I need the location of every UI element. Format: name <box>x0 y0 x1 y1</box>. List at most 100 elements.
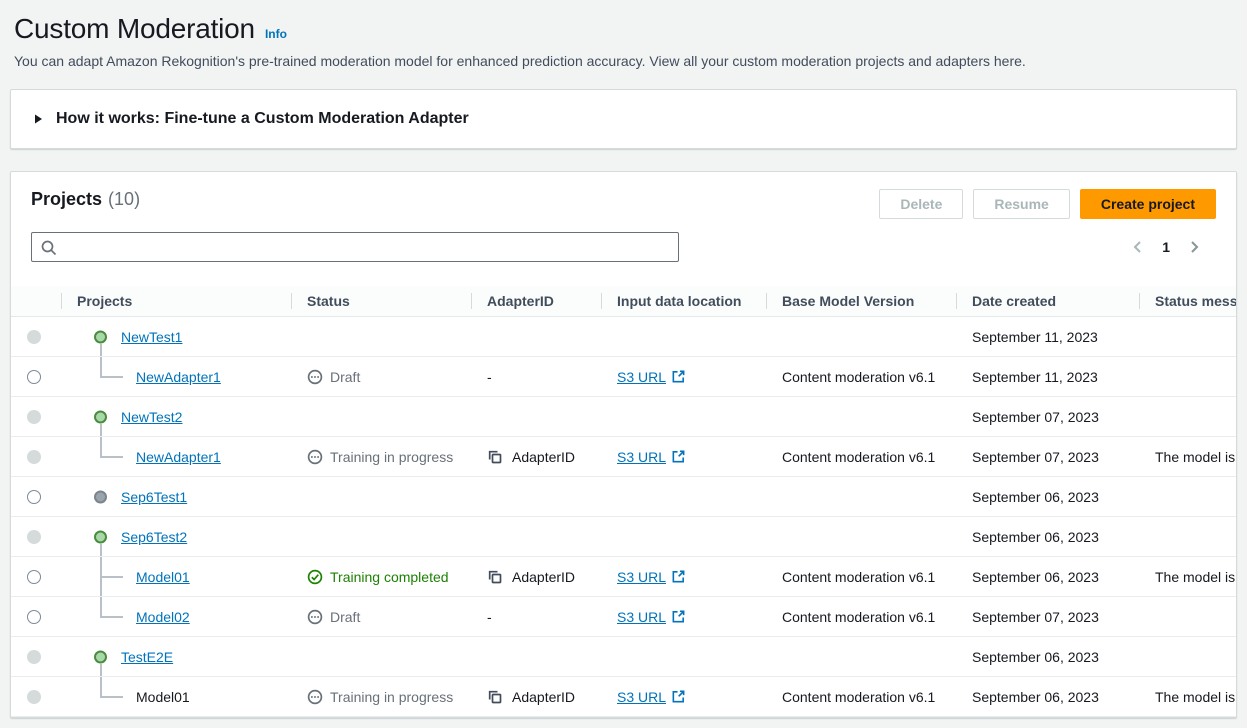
copy-adapter-id-button[interactable] <box>487 569 503 585</box>
row-radio <box>27 450 41 464</box>
success-status-icon <box>307 569 323 585</box>
adapter-link[interactable]: NewAdapter1 <box>136 449 221 465</box>
table-row: NewAdapter1 Draft - S3 URL Content moder… <box>11 357 1236 397</box>
delete-button[interactable]: Delete <box>879 189 963 219</box>
table-row: Sep6Test1 September 06, 2023 <box>11 477 1236 517</box>
tree-line <box>100 456 123 458</box>
projects-panel: Projects(10) Delete Resume Create projec… <box>10 171 1237 718</box>
base-model-cell: Content moderation v6.1 <box>766 597 956 636</box>
column-header-adapter-id: AdapterID <box>471 293 601 309</box>
adapter-link[interactable]: NewAdapter1 <box>136 369 221 385</box>
tree-line <box>100 544 102 557</box>
table-row: NewTest1 September 11, 2023 <box>11 317 1236 357</box>
column-header-input-data-location: Input data location <box>601 293 766 309</box>
row-radio <box>27 650 41 664</box>
project-link[interactable]: Sep6Test2 <box>121 529 187 545</box>
search-box <box>31 232 679 262</box>
date-created-cell: September 07, 2023 <box>956 397 1139 436</box>
adapter-id-cell: AdapterID <box>487 569 575 585</box>
tree-line <box>100 357 102 377</box>
adapter-id-cell: AdapterID <box>487 449 575 465</box>
date-created-cell: September 07, 2023 <box>956 437 1139 476</box>
external-link-icon <box>671 449 686 464</box>
base-model-cell: Content moderation v6.1 <box>766 357 956 396</box>
status-message-cell <box>1139 597 1236 636</box>
column-header-status-message: Status message <box>1139 293 1236 309</box>
project-node-icon <box>94 490 107 503</box>
project-node-icon <box>94 530 107 543</box>
row-radio[interactable] <box>27 570 41 584</box>
project-node-icon <box>94 650 107 663</box>
table-row: Model02 Draft - S3 URL Content moderatio… <box>11 597 1236 637</box>
how-it-works-expander[interactable]: How it works: Fine-tune a Custom Moderat… <box>10 89 1237 149</box>
search-input[interactable] <box>32 233 678 261</box>
s3-url-link[interactable]: S3 URL <box>617 369 686 385</box>
panel-actions: Delete Resume Create project <box>879 189 1216 219</box>
chevron-left-icon <box>1130 239 1146 255</box>
base-model-cell: Content moderation v6.1 <box>766 677 956 716</box>
project-link[interactable]: NewTest2 <box>121 409 182 425</box>
date-created-cell: September 06, 2023 <box>956 637 1139 676</box>
page: Custom Moderation Info You can adapt Ama… <box>0 0 1247 718</box>
s3-url-link[interactable]: S3 URL <box>617 689 686 705</box>
s3-url-link[interactable]: S3 URL <box>617 609 686 625</box>
current-page-number[interactable]: 1 <box>1162 239 1170 255</box>
next-page-button[interactable] <box>1184 237 1204 257</box>
pending-status-icon <box>307 369 323 385</box>
copy-icon <box>487 569 503 585</box>
project-node-icon <box>94 410 107 423</box>
adapter-name: Model01 <box>136 689 190 705</box>
table-row: TestE2E September 06, 2023 <box>11 637 1236 677</box>
row-radio[interactable] <box>27 370 41 384</box>
external-link-icon <box>671 569 686 584</box>
projects-table: Projects Status AdapterID Input data loc… <box>11 286 1236 717</box>
table-row: Sep6Test2 September 06, 2023 <box>11 517 1236 557</box>
info-link[interactable]: Info <box>265 27 287 41</box>
pending-status-icon <box>307 449 323 465</box>
row-radio <box>27 690 41 704</box>
status-cell: Training in progress <box>307 689 453 705</box>
copy-icon <box>487 449 503 465</box>
date-created-cell: September 06, 2023 <box>956 677 1139 716</box>
search-icon <box>40 239 58 257</box>
row-radio[interactable] <box>27 610 41 624</box>
page-header: Custom Moderation Info You can adapt Ama… <box>10 13 1237 69</box>
status-message-cell: The model is <box>1139 677 1236 716</box>
row-radio[interactable] <box>27 490 41 504</box>
project-link[interactable]: NewTest1 <box>121 329 182 345</box>
how-it-works-title: How it works: Fine-tune a Custom Moderat… <box>56 110 469 128</box>
row-radio <box>27 530 41 544</box>
create-project-button[interactable]: Create project <box>1080 189 1216 219</box>
s3-url-link[interactable]: S3 URL <box>617 449 686 465</box>
pending-status-icon <box>307 609 323 625</box>
tree-line <box>100 437 102 457</box>
copy-adapter-id-button[interactable] <box>487 449 503 465</box>
date-created-cell: September 11, 2023 <box>956 317 1139 356</box>
tree-line <box>100 597 102 617</box>
table-row: NewAdapter1 Training in progress Adapter… <box>11 437 1236 477</box>
adapter-id-cell: - <box>487 369 492 385</box>
date-created-cell: September 07, 2023 <box>956 597 1139 636</box>
project-node-icon <box>94 330 107 343</box>
copy-icon <box>487 689 503 705</box>
s3-url-link[interactable]: S3 URL <box>617 569 686 585</box>
adapter-link[interactable]: Model01 <box>136 569 190 585</box>
project-link[interactable]: Sep6Test1 <box>121 489 187 505</box>
project-link[interactable]: TestE2E <box>121 649 173 665</box>
tree-line <box>100 576 123 578</box>
tree-line <box>100 677 102 697</box>
tree-line <box>100 616 123 618</box>
column-header-status: Status <box>291 293 471 309</box>
previous-page-button[interactable] <box>1128 237 1148 257</box>
copy-adapter-id-button[interactable] <box>487 689 503 705</box>
resume-button[interactable]: Resume <box>973 189 1069 219</box>
date-created-cell: September 06, 2023 <box>956 557 1139 596</box>
table-row: Model01 Training in progress AdapterID <box>11 677 1236 717</box>
column-header-base-model-version: Base Model Version <box>766 293 956 309</box>
adapter-id-cell: - <box>487 609 492 625</box>
row-radio <box>27 410 41 424</box>
adapter-link[interactable]: Model02 <box>136 609 190 625</box>
pending-status-icon <box>307 689 323 705</box>
status-cell: Training in progress <box>307 449 453 465</box>
status-message-cell: The model is <box>1139 557 1236 596</box>
